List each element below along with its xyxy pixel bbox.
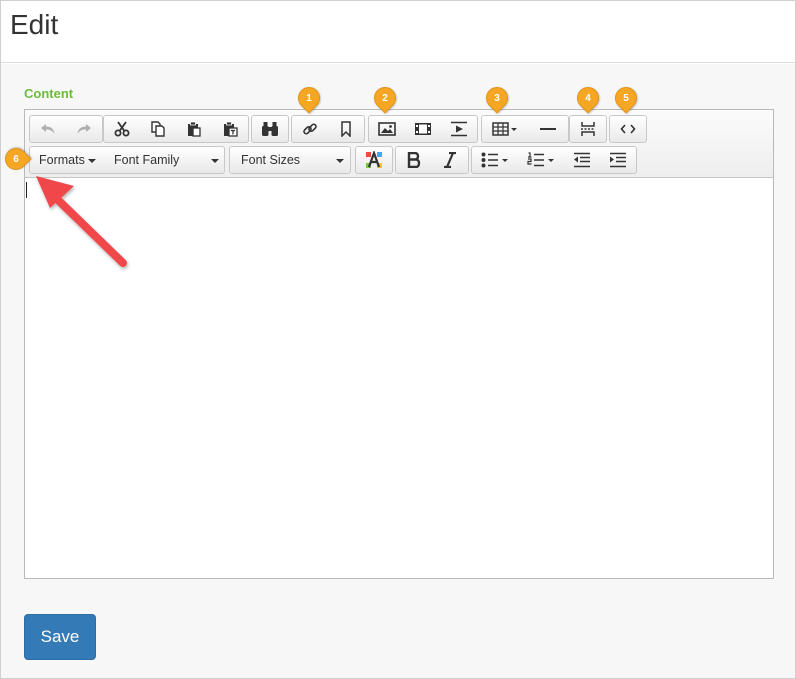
- code-icon: [620, 124, 636, 134]
- color-group: [355, 146, 393, 174]
- page-header: Edit: [1, 1, 795, 63]
- table-button[interactable]: [482, 116, 528, 142]
- undo-button[interactable]: [30, 116, 66, 142]
- embed-button[interactable]: [441, 116, 477, 142]
- paste-button[interactable]: [176, 116, 212, 142]
- insert-group: [481, 115, 569, 143]
- history-group: [29, 115, 103, 143]
- marker-number: 4: [585, 92, 591, 104]
- italic-button[interactable]: [432, 147, 468, 173]
- image-button[interactable]: [369, 116, 405, 142]
- anchor-button[interactable]: [328, 116, 364, 142]
- font-sizes-dropdown[interactable]: Font Sizes: [229, 146, 351, 174]
- marker-number: 5: [623, 92, 629, 104]
- source-code-button[interactable]: [610, 116, 646, 142]
- outdent-icon: [574, 152, 590, 168]
- clipboard-group: [103, 115, 249, 143]
- redo-button[interactable]: [66, 116, 102, 142]
- save-button[interactable]: Save: [24, 614, 96, 660]
- binoculars-icon: [262, 122, 278, 136]
- find-button[interactable]: [252, 116, 288, 142]
- page-break-button[interactable]: [570, 116, 606, 142]
- paste-text-button[interactable]: [212, 116, 248, 142]
- scissors-icon: [114, 121, 130, 137]
- redo-icon: [77, 124, 91, 134]
- font-style-group: [395, 146, 469, 174]
- copy-icon: [151, 121, 165, 137]
- indent-icon: [610, 152, 626, 168]
- play-icon: [451, 121, 467, 137]
- search-group: [251, 115, 289, 143]
- marker-number: 1: [306, 92, 312, 104]
- chevron-down-icon: [336, 159, 344, 163]
- marker-number: 3: [494, 92, 500, 104]
- italic-icon: [444, 152, 456, 168]
- film-icon: [415, 123, 431, 135]
- marker-number: 6: [13, 153, 19, 165]
- bold-button[interactable]: [396, 147, 432, 173]
- undo-icon: [41, 124, 55, 134]
- list-indent-group: [471, 146, 637, 174]
- link-group: [291, 115, 365, 143]
- horizontal-line-icon: [540, 128, 556, 130]
- bullet-list-icon: [481, 152, 508, 168]
- font-sizes-label: Font Sizes: [241, 153, 301, 167]
- media-group: [368, 115, 478, 143]
- text-cursor: [26, 182, 27, 198]
- horizontal-rule-button[interactable]: [528, 116, 568, 142]
- code-group: [609, 115, 647, 143]
- bullet-list-button[interactable]: [472, 147, 518, 173]
- indent-button[interactable]: [600, 147, 636, 173]
- copy-button[interactable]: [140, 116, 176, 142]
- page-break-group: [569, 115, 607, 143]
- text-color-button[interactable]: [356, 147, 392, 173]
- bold-icon: [407, 152, 421, 168]
- page-title: Edit: [10, 9, 59, 40]
- bookmark-icon: [341, 121, 351, 137]
- chevron-down-icon: [211, 159, 219, 163]
- media-button[interactable]: [405, 116, 441, 142]
- page-break-icon: [581, 122, 595, 136]
- red-arrow-icon: [36, 176, 127, 267]
- numbered-list-icon: [527, 152, 554, 167]
- table-icon: [492, 122, 517, 136]
- outdent-button[interactable]: [564, 147, 600, 173]
- numbered-list-button[interactable]: [518, 147, 564, 173]
- paste-icon: [188, 121, 201, 137]
- cut-button[interactable]: [104, 116, 140, 142]
- link-icon: [303, 123, 317, 135]
- text-color-icon: [366, 151, 382, 168]
- image-icon: [378, 122, 396, 136]
- content-field-label: Content: [24, 86, 74, 101]
- marker-number: 2: [382, 92, 388, 104]
- link-button[interactable]: [292, 116, 328, 142]
- paste-text-icon: [224, 121, 238, 137]
